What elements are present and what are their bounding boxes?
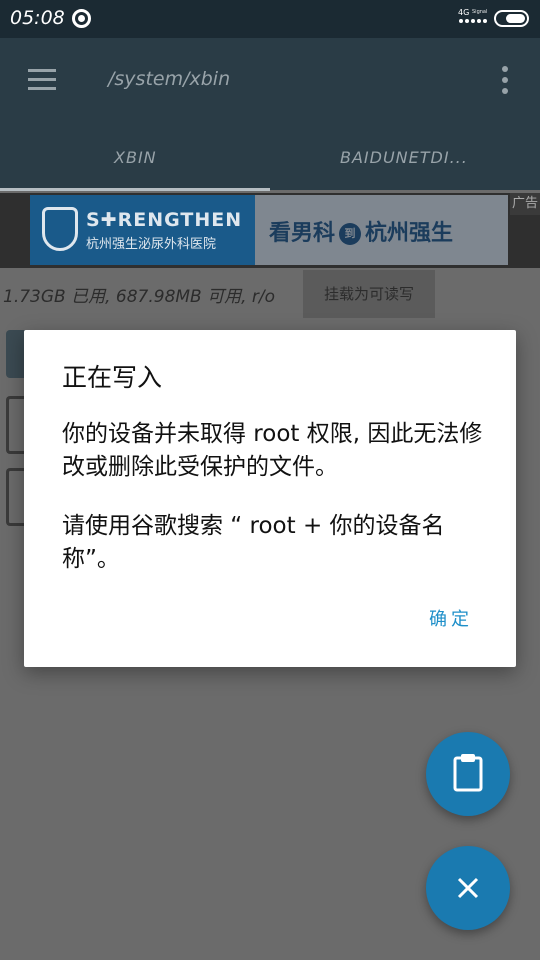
list-item: [6, 330, 26, 378]
netease-music-icon: [72, 9, 91, 28]
tab-xbin[interactable]: XBIN: [114, 148, 157, 167]
ad-logo-text: S✚RENGTHEN: [86, 209, 243, 231]
ad-slogan-mid: 到: [339, 223, 362, 245]
dialog-message-root: 你的设备并未取得 root 权限, 因此无法修改或删除此受保护的文件。: [62, 421, 483, 480]
list-item: [6, 396, 26, 454]
dialog-message-search: 请使用谷歌搜索 “ root + 你的设备名称”。: [62, 513, 445, 572]
tab-baidunetdisk[interactable]: BAIDUNETDI...: [340, 148, 468, 167]
write-permission-dialog: 正在写入 你的设备并未取得 root 权限, 因此无法修改或删除此受保护的文件。…: [24, 330, 516, 667]
status-bar: 05:08 4G Signal: [0, 0, 540, 38]
app-bar: /system/xbin XBIN BAIDUNETDI...: [0, 38, 540, 191]
ad-slogan-right: 杭州强生: [365, 221, 454, 246]
close-fab-button[interactable]: [426, 846, 510, 930]
ad-slogan-panel: 看男科到杭州强生: [255, 195, 508, 265]
status-time: 05:08: [10, 7, 65, 29]
network-type: 4G: [458, 8, 470, 17]
ad-slogan-left: 看男科: [269, 221, 336, 246]
clipboard-icon: [453, 754, 483, 792]
battery-toggle-icon: [494, 10, 529, 27]
storage-info: 1.73GB 已用, 687.98MB 可用, r/o: [3, 287, 276, 307]
signal-strength-icon: [459, 19, 487, 23]
tab-indicator: [0, 188, 270, 191]
dialog-ok-button[interactable]: 确定: [429, 605, 473, 631]
dialog-title: 正在写入: [62, 363, 163, 392]
ad-mark: 广告: [510, 193, 540, 215]
ad-slogan: 看男科到杭州强生: [269, 215, 453, 247]
ad-logo-panel: S✚RENGTHEN 杭州强生泌尿外科医院: [30, 195, 255, 265]
ad-banner[interactable]: S✚RENGTHEN 杭州强生泌尿外科医院 看男科到杭州强生 广告: [0, 193, 540, 268]
more-vert-icon[interactable]: [502, 66, 510, 94]
list-item: [6, 468, 26, 526]
close-icon: [457, 877, 479, 899]
shield-icon: [42, 207, 78, 251]
paste-fab-button[interactable]: [426, 732, 510, 816]
ad-logo-subtitle: 杭州强生泌尿外科医院: [86, 237, 217, 252]
mount-rw-button[interactable]: 挂载为可读写: [303, 270, 435, 318]
hamburger-menu-icon[interactable]: [28, 69, 56, 91]
network-signal-label: Signal: [472, 9, 488, 15]
current-path-title: /system/xbin: [108, 68, 231, 90]
